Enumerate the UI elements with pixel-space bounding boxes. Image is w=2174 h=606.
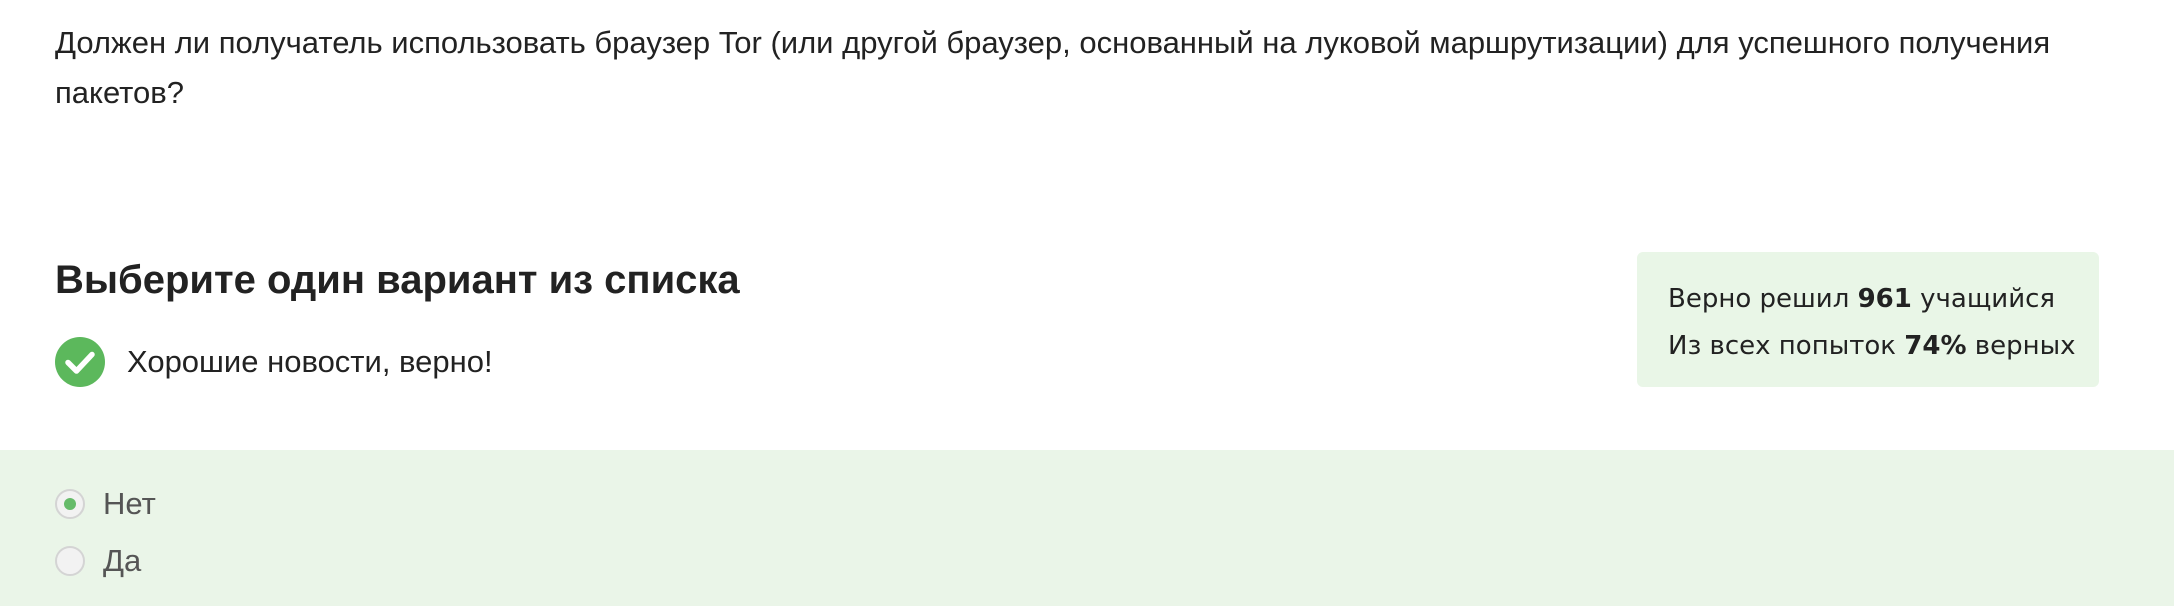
options-area (0, 450, 2174, 606)
choice-instruction-title: Выберите один вариант из списка (55, 258, 740, 302)
attempts-prefix: Из всех попыток (1668, 331, 1905, 361)
feedback-text: Хорошие новости, верно! (127, 344, 493, 379)
option-label[interactable]: Да (103, 543, 141, 579)
option-no[interactable]: Нет (55, 484, 156, 524)
check-circle-icon (55, 337, 105, 387)
option-label[interactable]: Нет (103, 486, 156, 522)
option-yes[interactable]: Да (55, 541, 141, 581)
solved-suffix: учащийся (1911, 284, 2056, 314)
solved-stat: Верно решил 961 учащийся (1668, 276, 2099, 323)
solved-prefix: Верно решил (1668, 284, 1858, 314)
radio-button[interactable] (55, 546, 85, 576)
attempts-stat: Из всех попыток 74% верных (1668, 323, 2099, 370)
solved-count: 961 (1857, 284, 1912, 314)
quiz-step-page: Должен ли получатель использовать браузе… (0, 0, 2174, 606)
stats-panel: Верно решил 961 учащийся Из всех попыток… (1637, 252, 2099, 387)
attempts-suffix: верных (1966, 331, 2076, 361)
attempts-percent: 74% (1904, 331, 1967, 361)
correct-feedback: Хорошие новости, верно! (55, 337, 493, 387)
question-text: Должен ли получатель использовать браузе… (55, 25, 2051, 110)
radio-button-selected[interactable] (55, 489, 85, 519)
